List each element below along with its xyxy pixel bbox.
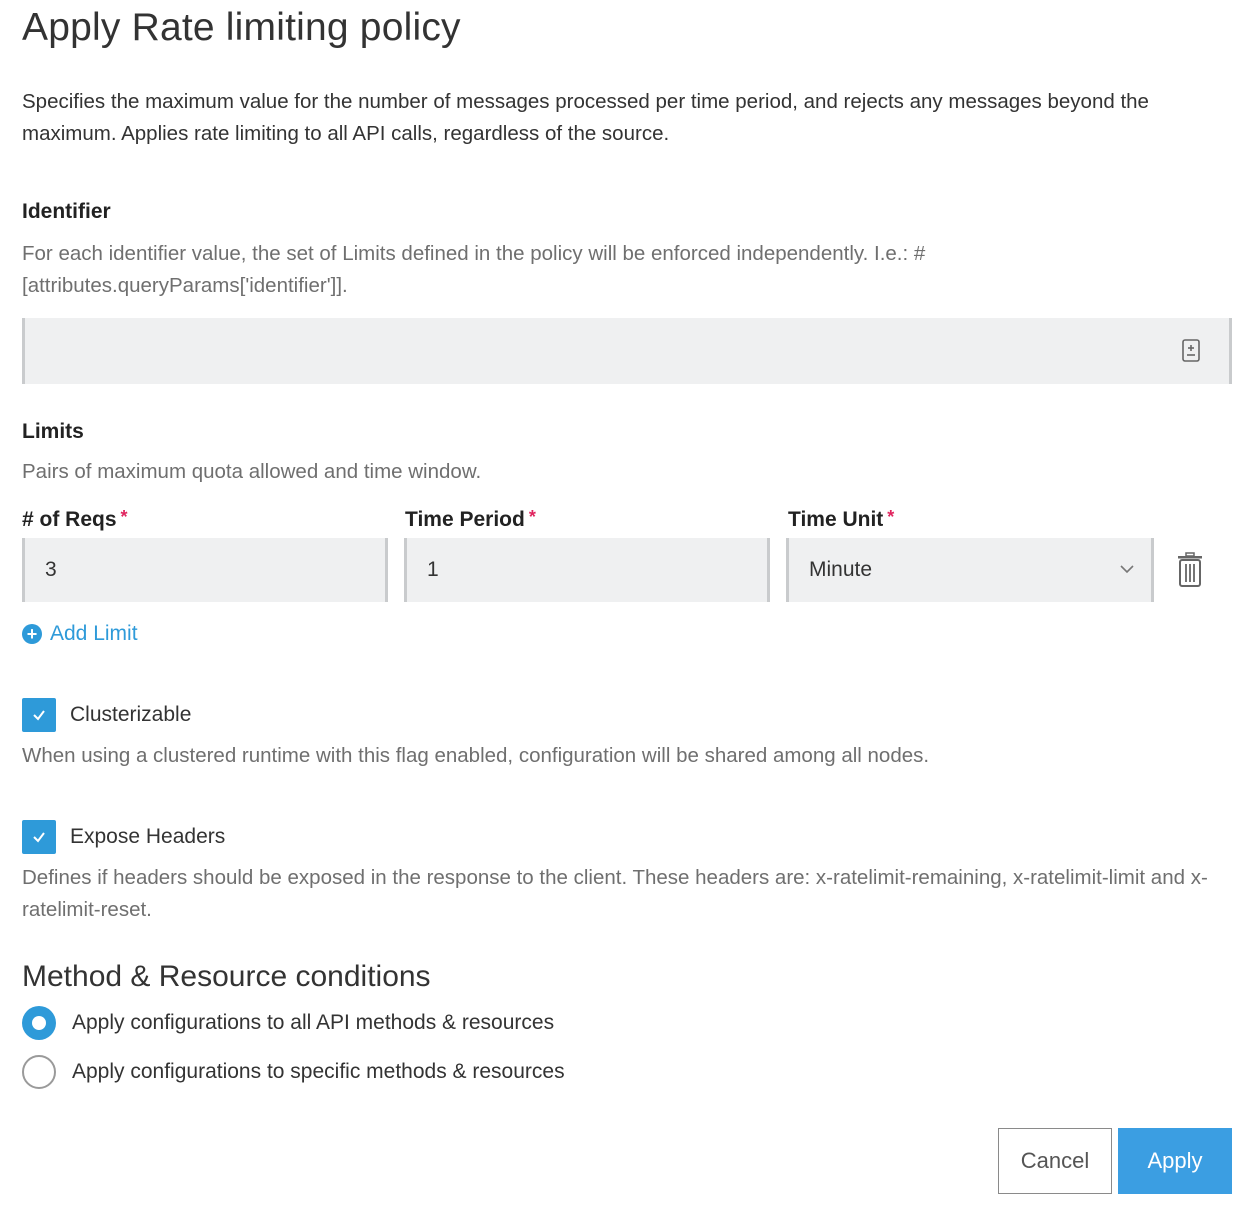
identifier-help: For each identifier value, the set of Li…	[22, 242, 926, 297]
clusterizable-help: When using a clustered runtime with this…	[22, 744, 930, 767]
add-limit-button[interactable]: + Add Limit	[22, 622, 138, 646]
unit-label-text: Time Unit	[788, 508, 884, 531]
plus-circle-icon: +	[22, 624, 42, 644]
dialog-title: Apply Rate limiting policy	[22, 6, 461, 49]
expression-editor-icon[interactable]	[1182, 339, 1200, 362]
conditions-heading: Method & Resource conditions	[22, 960, 431, 993]
dialog-description: Specifies the maximum value for the numb…	[22, 90, 1149, 145]
rate-limiting-dialog: Apply Rate limiting policy Specifies the…	[0, 0, 1258, 1212]
cancel-button[interactable]: Cancel	[998, 1128, 1112, 1194]
identifier-input[interactable]	[22, 318, 1232, 384]
apply-button[interactable]: Apply	[1118, 1128, 1232, 1194]
checkmark-icon	[33, 710, 45, 721]
identifier-label: Identifier	[22, 200, 111, 223]
add-limit-label: Add Limit	[50, 622, 138, 645]
required-mark: *	[528, 507, 536, 527]
radio-button-unselected[interactable]	[22, 1055, 56, 1089]
checkmark-icon	[33, 832, 45, 843]
required-mark: *	[120, 507, 128, 527]
chevron-down-icon	[1120, 565, 1134, 574]
expose-headers-checkbox-row[interactable]: Expose Headers	[22, 820, 225, 854]
unit-column-label: Time Unit *	[788, 507, 895, 532]
trash-icon[interactable]	[1176, 552, 1204, 588]
time-unit-value: Minute	[809, 558, 873, 581]
radio-specific-resources[interactable]: Apply configurations to specific methods…	[22, 1055, 565, 1089]
radio-all-resources[interactable]: Apply configurations to all API methods …	[22, 1006, 554, 1040]
expose-headers-checkbox[interactable]	[22, 820, 56, 854]
period-label-text: Time Period	[405, 508, 525, 531]
reqs-input[interactable]: 3	[22, 538, 388, 602]
radio-specific-label: Apply configurations to specific methods…	[72, 1060, 565, 1083]
radio-all-label: Apply configurations to all API methods …	[72, 1011, 555, 1034]
radio-button-selected[interactable]	[22, 1006, 56, 1040]
expose-headers-help: Defines if headers should be exposed in …	[22, 866, 1208, 921]
time-period-input[interactable]: 1	[404, 538, 770, 602]
clusterizable-label: Clusterizable	[70, 703, 192, 726]
limits-help: Pairs of maximum quota allowed and time …	[22, 460, 482, 483]
clusterizable-checkbox-row[interactable]: Clusterizable	[22, 698, 191, 732]
period-column-label: Time Period *	[405, 507, 536, 532]
limits-label: Limits	[22, 420, 84, 443]
time-unit-select[interactable]: Minute	[786, 538, 1154, 602]
reqs-column-label: # of Reqs *	[22, 507, 128, 532]
clusterizable-checkbox[interactable]	[22, 698, 56, 732]
reqs-label-text: # of Reqs	[22, 508, 117, 531]
required-mark: *	[887, 507, 895, 527]
expose-headers-label: Expose Headers	[70, 825, 226, 848]
